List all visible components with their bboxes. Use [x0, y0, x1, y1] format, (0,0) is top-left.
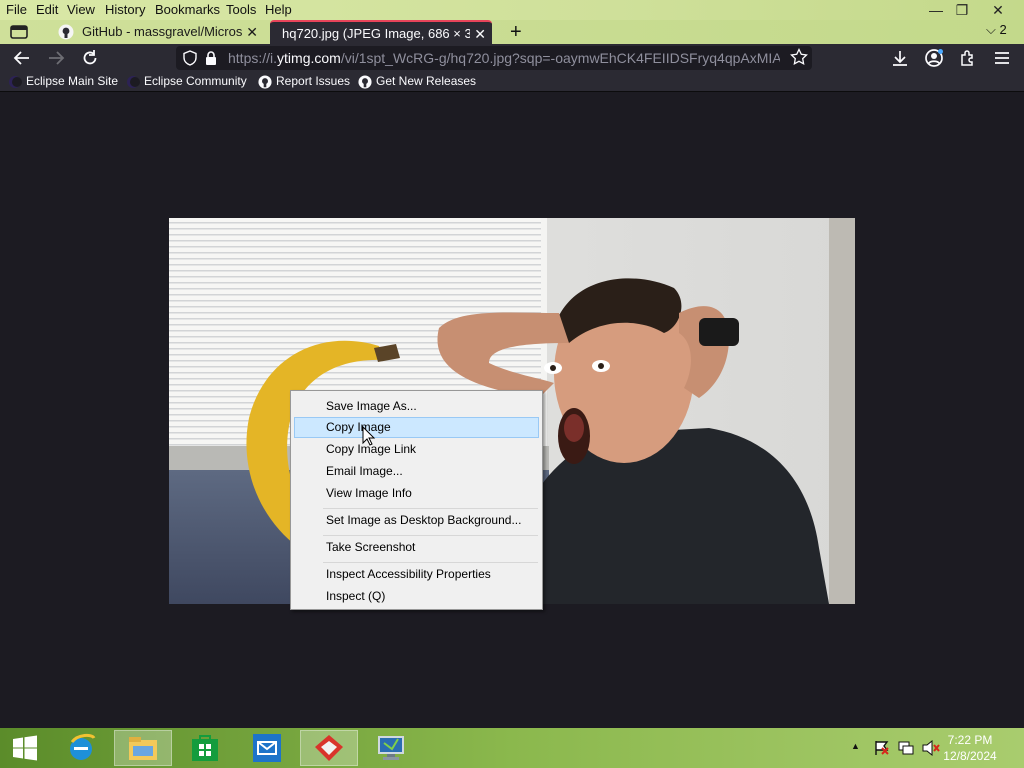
forward-button[interactable]	[44, 46, 68, 70]
menu-edit[interactable]: Edit	[36, 2, 58, 17]
menu-history[interactable]: History	[105, 2, 145, 17]
close-tab-icon[interactable]: ✕	[474, 22, 486, 44]
mail-icon	[253, 734, 281, 762]
image-context-menu: Save Image As... Copy Image Copy Image L…	[290, 390, 543, 610]
app-menu-button[interactable]	[990, 46, 1014, 70]
network-icon[interactable]	[898, 740, 914, 761]
lock-icon[interactable]	[204, 50, 218, 71]
store-icon	[192, 735, 218, 761]
tab-count: 2	[999, 22, 1007, 37]
extensions-button[interactable]	[956, 46, 980, 70]
bookmark-label: Eclipse Community	[144, 74, 247, 88]
address-bar[interactable]: https://i.ytimg.com/vi/1spt_WcRG-g/hq720…	[176, 46, 812, 70]
menu-separator	[323, 562, 538, 563]
menu-item-inspect-accessibility[interactable]: Inspect Accessibility Properties	[294, 564, 539, 585]
start-button[interactable]	[0, 730, 50, 766]
url-prefix: https://i.	[228, 50, 278, 66]
mail-button[interactable]	[238, 730, 296, 766]
menu-tools[interactable]: Tools	[226, 2, 256, 17]
chevron-down-icon: ⌵	[986, 22, 996, 37]
tab-label: hq720.jpg (JPEG Image, 686 × 386 pi	[282, 26, 470, 41]
arrow-left-icon	[13, 51, 29, 65]
download-icon	[893, 51, 907, 66]
bookmark-get-new-releases[interactable]: Get New Releases	[358, 74, 476, 89]
bookmark-star-icon[interactable]	[790, 47, 808, 71]
taskbar-clock[interactable]: 7:22 PM 12/8/2024	[938, 732, 1002, 764]
app-icon	[315, 735, 343, 761]
url-path: /vi/1spt_WcRG-g/hq720.jpg?sqp=-oaymwEhCK…	[340, 50, 780, 66]
tab-github[interactable]: GitHub - massgravel/Microsoft- ✕	[50, 20, 264, 44]
taskbar: ▲ 7:22 PM 12/8/2024	[0, 728, 1024, 768]
bookmark-report-issues[interactable]: Report Issues	[258, 74, 350, 89]
menu-separator	[323, 508, 538, 509]
downloads-button[interactable]	[888, 46, 912, 70]
close-tab-icon[interactable]: ✕	[246, 20, 258, 44]
menu-view[interactable]: View	[67, 2, 95, 17]
eclipse-icon	[126, 75, 140, 89]
url-text[interactable]: https://i.ytimg.com/vi/1spt_WcRG-g/hq720…	[228, 50, 780, 66]
arrow-right-icon	[49, 51, 65, 65]
clock-date: 12/8/2024	[943, 749, 997, 763]
menu-bookmarks[interactable]: Bookmarks	[155, 2, 220, 17]
menu-item-take-screenshot[interactable]: Take Screenshot	[294, 537, 539, 558]
restore-button[interactable]: ❐	[944, 0, 980, 20]
file-explorer-button[interactable]	[114, 730, 172, 766]
tab-label: GitHub - massgravel/Microsoft-	[82, 24, 242, 39]
bookmark-eclipse-main[interactable]: Eclipse Main Site	[8, 74, 118, 89]
menu-file[interactable]: File	[6, 2, 27, 17]
reload-button[interactable]	[78, 46, 102, 70]
menu-help[interactable]: Help	[265, 2, 292, 17]
hamburger-icon	[995, 52, 1009, 64]
navigation-bar: https://i.ytimg.com/vi/1spt_WcRG-g/hq720…	[0, 44, 1024, 72]
remote-desktop-button[interactable]	[362, 730, 420, 766]
close-window-button[interactable]: ✕	[980, 0, 1016, 20]
account-button[interactable]	[922, 46, 946, 70]
mouse-cursor-icon	[362, 425, 376, 451]
tab-strip: GitHub - massgravel/Microsoft- ✕ hq720.j…	[0, 20, 1024, 44]
bookmarks-toolbar: Eclipse Main Site Eclipse Community Repo…	[0, 72, 1024, 92]
back-button[interactable]	[10, 46, 34, 70]
start-icon	[13, 735, 37, 761]
internet-explorer-button[interactable]	[52, 730, 110, 766]
app-button[interactable]	[300, 730, 358, 766]
menu-item-copy-image-link[interactable]: Copy Image Link	[294, 439, 539, 460]
shield-icon[interactable]	[182, 50, 198, 71]
show-hidden-icons-button[interactable]: ▲	[851, 741, 860, 751]
file-explorer-icon	[129, 737, 157, 760]
remote-desktop-icon	[378, 736, 404, 760]
store-button[interactable]	[176, 730, 234, 766]
puzzle-icon	[961, 50, 973, 66]
reload-icon	[83, 50, 97, 65]
action-center-flag-icon[interactable]	[874, 740, 890, 761]
new-tab-button[interactable]: +	[510, 20, 522, 44]
account-icon	[925, 49, 943, 67]
bookmark-label: Eclipse Main Site	[26, 74, 119, 88]
menu-item-email-image[interactable]: Email Image...	[294, 461, 539, 482]
menu-item-set-desktop-background[interactable]: Set Image as Desktop Background...	[294, 510, 539, 531]
url-host: ytimg.com	[277, 50, 341, 66]
github-icon	[258, 75, 272, 89]
internet-explorer-icon	[70, 733, 96, 760]
clock-time: 7:22 PM	[947, 733, 993, 747]
menu-bar: File Edit View History Bookmarks Tools H…	[0, 0, 1024, 20]
menu-item-copy-image[interactable]: Copy Image	[294, 417, 539, 438]
bookmark-label: Get New Releases	[376, 74, 477, 88]
tab-list-button[interactable]: ⌵ 2	[986, 22, 1007, 38]
menu-item-inspect[interactable]: Inspect (Q)	[294, 586, 539, 607]
menu-item-save-image-as[interactable]: Save Image As...	[294, 396, 539, 417]
eclipse-icon	[8, 75, 22, 89]
tab-image[interactable]: hq720.jpg (JPEG Image, 686 × 386 pi ✕	[270, 20, 492, 44]
github-icon	[58, 24, 74, 40]
menu-item-view-image-info[interactable]: View Image Info	[294, 483, 539, 504]
menu-separator	[323, 535, 538, 536]
tab-overview-icon[interactable]	[10, 24, 28, 40]
bookmark-eclipse-community[interactable]: Eclipse Community	[126, 74, 247, 89]
github-icon	[358, 75, 372, 89]
bookmark-label: Report Issues	[276, 74, 351, 88]
